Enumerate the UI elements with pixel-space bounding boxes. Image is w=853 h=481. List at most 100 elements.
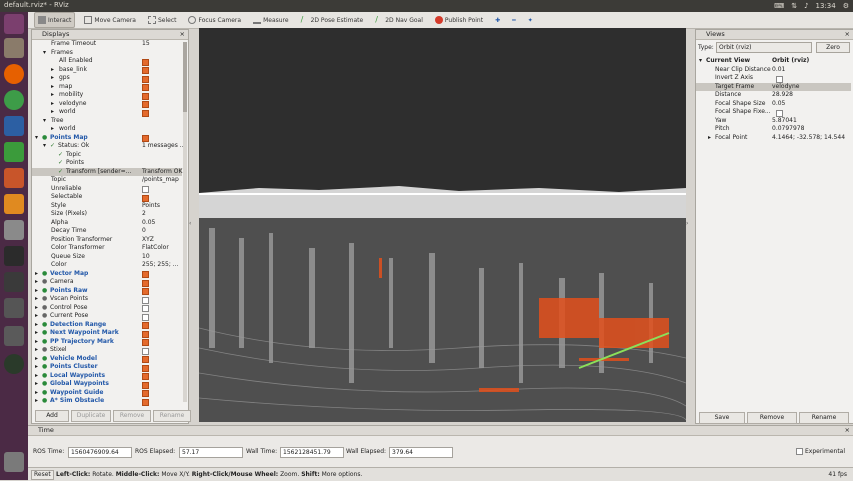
- view-property-row[interactable]: Invert Z Axis: [696, 74, 851, 83]
- terminal-icon[interactable]: [4, 246, 24, 266]
- collapse-arrow-icon[interactable]: ▾: [35, 134, 38, 143]
- expand-arrow-icon[interactable]: ▸: [35, 363, 38, 372]
- expand-arrow-icon[interactable]: ▸: [35, 270, 38, 279]
- expand-arrow-icon[interactable]: ▸: [35, 380, 38, 389]
- view-property-row[interactable]: Yaw 5.87041: [696, 117, 851, 126]
- monitor-icon[interactable]: [4, 272, 24, 292]
- expand-arrow-icon[interactable]: ▸: [35, 287, 38, 296]
- display-enable-checkbox[interactable]: [142, 305, 149, 312]
- view-property-value[interactable]: Orbit (rviz): [772, 57, 809, 66]
- expand-arrow-icon[interactable]: ▸: [35, 295, 38, 304]
- display-row[interactable]: Selectable: [32, 193, 182, 202]
- display-enable-checkbox[interactable]: [142, 92, 149, 100]
- impress-icon[interactable]: [4, 168, 24, 188]
- view-property-value[interactable]: 0.05: [772, 100, 785, 109]
- display-row[interactable]: ▸ ● Vehicle Model: [32, 355, 182, 363]
- display-enable-checkbox[interactable]: [142, 373, 149, 380]
- expand-right-icon[interactable]: ›: [686, 220, 694, 230]
- collapse-arrow-icon[interactable]: ▾: [43, 142, 46, 151]
- expand-arrow-icon[interactable]: ▸: [35, 304, 38, 313]
- display-enable-checkbox[interactable]: [142, 322, 149, 329]
- remove-view-button[interactable]: Remove: [747, 412, 797, 424]
- calc-icon[interactable]: [4, 142, 24, 162]
- network-icon[interactable]: ⇅: [791, 2, 797, 10]
- display-row[interactable]: ▸ ● Global Waypoints: [32, 380, 182, 389]
- display-row[interactable]: ▸ ● Next Waypoint Mark: [32, 329, 182, 338]
- trash-icon[interactable]: [4, 452, 24, 472]
- display-row-value[interactable]: Transform OK: [142, 168, 182, 177]
- display-row[interactable]: ▸ ● Current Pose: [32, 312, 182, 321]
- close-icon[interactable]: ×: [845, 30, 850, 39]
- display-enable-checkbox[interactable]: [142, 75, 149, 83]
- expand-arrow-icon[interactable]: ▸: [35, 372, 38, 381]
- display-row[interactable]: ▸ ● Waypoint Guide: [32, 389, 182, 397]
- display-row[interactable]: ▸ ● Local Waypoints: [32, 372, 182, 381]
- display-row[interactable]: ▸ ● Stixel: [32, 346, 182, 355]
- publish-point-tool[interactable]: Publish Point: [432, 13, 486, 27]
- display-row[interactable]: ▸ ● Camera: [32, 278, 182, 287]
- display-row[interactable]: Frame Timeout 15: [32, 40, 182, 49]
- expand-arrow-icon[interactable]: ▸: [51, 125, 54, 134]
- display-row[interactable]: ▸ ● Control Pose: [32, 304, 182, 313]
- view-property-row[interactable]: Near Clip Distance 0.01: [696, 66, 851, 75]
- select-tool[interactable]: Select: [145, 13, 180, 27]
- view-property-value[interactable]: velodyne: [772, 83, 799, 92]
- view-property-checkbox[interactable]: [776, 75, 783, 83]
- view-property-row[interactable]: Target Frame velodyne: [696, 82, 851, 92]
- expand-left-icon[interactable]: ‹: [189, 220, 197, 230]
- display-enable-checkbox[interactable]: [142, 398, 149, 406]
- display-row[interactable]: ▸ gps: [32, 74, 182, 83]
- display-enable-checkbox[interactable]: [142, 194, 149, 202]
- display-enable-checkbox[interactable]: [142, 135, 149, 142]
- close-icon[interactable]: ×: [180, 30, 185, 39]
- display-row-value[interactable]: 15: [142, 40, 150, 49]
- display-row[interactable]: ▸ velodyne: [32, 100, 182, 109]
- firefox-icon[interactable]: [4, 64, 24, 84]
- expand-arrow-icon[interactable]: ▸: [35, 346, 38, 355]
- view-type-select[interactable]: Orbit (rviz): [716, 42, 812, 53]
- experimental-checkbox[interactable]: [796, 448, 803, 455]
- display-enable-checkbox[interactable]: [142, 313, 149, 321]
- display-row-value[interactable]: Points: [142, 202, 160, 211]
- display-row[interactable]: Style Points: [32, 202, 182, 211]
- keyboard-icon[interactable]: ⌨: [774, 2, 784, 10]
- view-property-row[interactable]: Focal Shape Size 0.05: [696, 100, 851, 109]
- display-row[interactable]: ▸ world: [32, 108, 182, 117]
- collapse-arrow-icon[interactable]: ▾: [43, 49, 46, 58]
- expand-arrow-icon[interactable]: ▸: [51, 100, 54, 109]
- wall-time-field[interactable]: 1562128451.79: [280, 447, 344, 458]
- display-row[interactable]: ▸ ● PP Trajectory Mark: [32, 338, 182, 347]
- display-row[interactable]: ✓ Points: [32, 159, 182, 168]
- collapse-arrow-icon[interactable]: ▾: [699, 57, 702, 66]
- display-row[interactable]: ▸ ● Points Cluster: [32, 363, 182, 372]
- rviz-icon[interactable]: [4, 326, 24, 346]
- system-settings-icon[interactable]: [4, 220, 24, 240]
- display-row[interactable]: ▸ mobility: [32, 91, 182, 100]
- display-row[interactable]: Size (Pixels) 2: [32, 210, 182, 219]
- display-row-value[interactable]: 2: [142, 210, 146, 219]
- rename-display-button[interactable]: Rename: [153, 410, 191, 422]
- display-row-value[interactable]: 0.05: [142, 219, 155, 228]
- display-row-value[interactable]: XYZ: [142, 236, 154, 245]
- interact-tool[interactable]: Interact: [34, 12, 76, 28]
- view-property-row[interactable]: Focal Shape Fixe...: [696, 108, 851, 117]
- ros-elapsed-field[interactable]: 57.17: [179, 447, 243, 458]
- display-enable-checkbox[interactable]: [142, 330, 149, 338]
- display-row[interactable]: ▸ ● Points Raw: [32, 287, 182, 296]
- text-editor-icon[interactable]: [4, 298, 24, 318]
- expand-arrow-icon[interactable]: ▸: [35, 338, 38, 347]
- volume-icon[interactable]: ♪: [804, 2, 808, 10]
- display-row[interactable]: ▸ world: [32, 125, 182, 134]
- dash-icon[interactable]: [4, 14, 24, 34]
- add-display-button[interactable]: Add: [35, 410, 69, 422]
- reset-button[interactable]: Reset: [31, 470, 54, 480]
- remove-tool-button[interactable]: ━: [509, 13, 519, 27]
- display-row[interactable]: ▸ base_link: [32, 66, 182, 74]
- expand-arrow-icon[interactable]: ▸: [35, 312, 38, 321]
- pose-estimate-tool[interactable]: /2D Pose Estimate: [298, 13, 367, 27]
- display-enable-checkbox[interactable]: [142, 67, 149, 74]
- move-camera-tool[interactable]: Move Camera: [81, 13, 139, 27]
- view-property-row[interactable]: Distance 28.928: [696, 91, 851, 100]
- display-row[interactable]: Unreliable: [32, 185, 182, 193]
- display-row[interactable]: ✓ Topic: [32, 151, 182, 160]
